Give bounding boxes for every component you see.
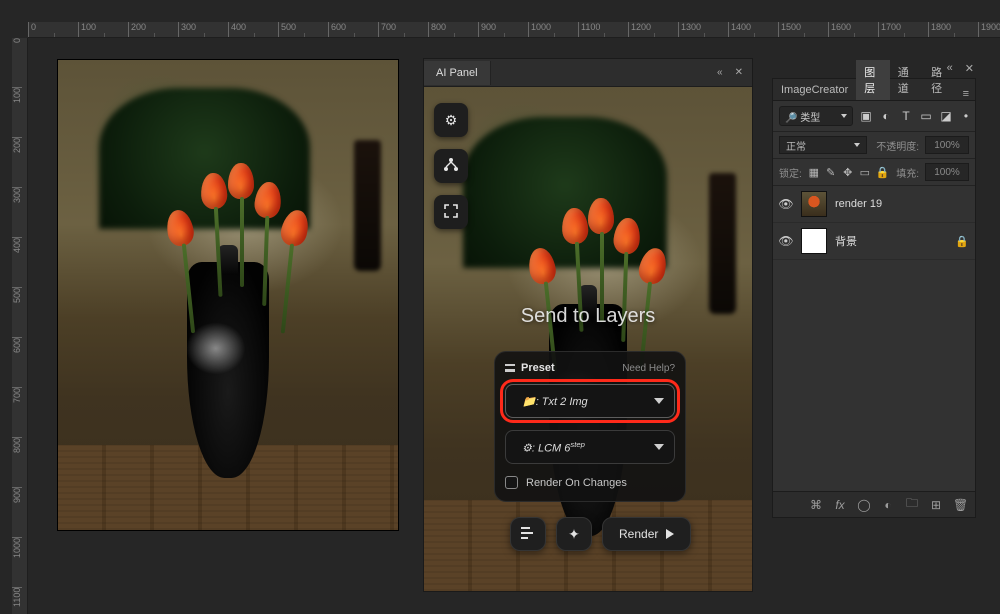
fullscreen-button[interactable] <box>434 195 468 229</box>
lock-all-icon[interactable]: 🔒 <box>876 166 888 179</box>
preset-menu-icon[interactable] <box>505 364 515 372</box>
delete-layer-icon[interactable]: 🗑 <box>953 498 967 512</box>
blend-mode-dropdown[interactable]: 正常 <box>779 136 867 154</box>
sparkle-button[interactable]: ✦ <box>556 517 592 551</box>
opacity-label: 不透明度: <box>876 138 919 153</box>
vertical-ruler: 010020030040050060070080090010001100 <box>12 38 28 614</box>
layer-thumbnail[interactable] <box>801 228 827 254</box>
layer-list: 👁 render 19 👁 背景 🔒 <box>773 186 975 491</box>
layer-row[interactable]: 👁 背景 🔒 <box>773 223 975 260</box>
ai-panel: AI Panel « ✕ ⚙ <box>423 58 753 592</box>
panel-collapse-icon[interactable]: « <box>714 65 726 80</box>
layer-fx-icon[interactable]: fx <box>833 498 847 512</box>
fill-label: 填充: <box>896 165 919 180</box>
layer-filter-dropdown[interactable]: 🔎 类型 <box>779 106 853 126</box>
layer-name[interactable]: 背景 <box>835 233 857 249</box>
tab-channels[interactable]: 通道 <box>890 60 923 100</box>
chevron-down-icon <box>841 114 847 118</box>
layer-row[interactable]: 👁 render 19 <box>773 186 975 223</box>
layer-thumbnail[interactable] <box>801 191 827 217</box>
filter-text-icon[interactable]: T <box>899 109 913 123</box>
nodes-button[interactable] <box>434 149 468 183</box>
sparkle-icon: ✦ <box>568 526 580 543</box>
filter-image-icon[interactable]: ▣ <box>859 109 873 123</box>
filter-toggle-icon[interactable]: • <box>959 109 973 123</box>
checkbox-unchecked[interactable] <box>505 476 518 489</box>
canvas-area: AI Panel « ✕ ⚙ <box>28 38 1000 614</box>
lock-artboard-icon[interactable]: ▭ <box>859 166 871 179</box>
preset-label: Preset <box>521 362 555 374</box>
lock-icon: 🔒 <box>955 235 969 248</box>
lock-position-icon[interactable]: ✥ <box>842 166 854 179</box>
layer-filter-row: 🔎 类型 ▣ ◐ T ▭ ◪ • <box>773 101 975 132</box>
settings-button[interactable]: ⚙ <box>434 103 468 137</box>
tab-layers[interactable]: 图层 <box>856 60 889 100</box>
blend-row: 正常 不透明度: 100% <box>773 132 975 159</box>
layers-panel-footer: ⌘ fx ◯ ◐ 🗀 ⊞ 🗑 <box>773 491 975 517</box>
send-to-layers-label: Send to Layers <box>424 305 752 328</box>
lock-label: 锁定: <box>779 165 802 180</box>
tab-paths[interactable]: 路径 <box>923 60 956 100</box>
filter-shape-icon[interactable]: ▭ <box>919 109 933 123</box>
chevron-down-icon <box>654 398 664 404</box>
filter-smart-icon[interactable]: ◪ <box>939 109 953 123</box>
ai-panel-header: AI Panel « ✕ <box>424 59 752 87</box>
layer-name[interactable]: render 19 <box>835 198 882 210</box>
fullscreen-icon <box>444 204 458 221</box>
visibility-eye-icon[interactable]: 👁 <box>779 234 793 248</box>
chevron-down-icon <box>654 444 664 450</box>
visibility-eye-icon[interactable]: 👁 <box>779 197 793 211</box>
adjustment-layer-icon[interactable]: ◐ <box>881 498 895 512</box>
filter-adjust-icon[interactable]: ◐ <box>879 109 893 123</box>
layers-panel: ImageCreator 图层 通道 路径 ≡ 🔎 类型 ▣ ◐ T ▭ ◪ •… <box>772 78 976 518</box>
close-icon[interactable]: ✕ <box>732 65 746 80</box>
panel-tabs: ImageCreator 图层 通道 路径 ≡ <box>773 79 975 101</box>
canvas-document[interactable] <box>58 60 398 530</box>
new-layer-icon[interactable]: ⊞ <box>929 498 943 512</box>
document-image <box>58 60 398 530</box>
link-layers-icon[interactable]: ⌘ <box>809 498 823 512</box>
gear-icon: ⚙ <box>445 112 458 129</box>
group-icon[interactable]: 🗀 <box>905 494 919 515</box>
opacity-field[interactable]: 100% <box>925 136 969 154</box>
layer-mask-icon[interactable]: ◯ <box>857 498 871 512</box>
chevron-down-icon <box>854 143 860 147</box>
horizontal-ruler: 0100200300400500600700800900100011001200… <box>28 22 1000 38</box>
fill-field[interactable]: 100% <box>925 163 969 181</box>
list-button[interactable] <box>510 517 546 551</box>
ai-panel-tab[interactable]: AI Panel <box>424 61 491 85</box>
play-icon <box>666 529 674 539</box>
sampler-dropdown[interactable]: ⚙: LCM 6step <box>505 430 675 464</box>
list-icon <box>521 526 535 542</box>
need-help-link[interactable]: Need Help? <box>622 363 675 374</box>
nodes-icon <box>443 157 459 176</box>
ai-preview-image <box>424 87 752 591</box>
preset-dropdown[interactable]: 📁: Txt 2 Img <box>505 384 675 418</box>
render-button[interactable]: Render <box>602 517 691 551</box>
lock-row: 锁定: ▦ ✎ ✥ ▭ 🔒 填充: 100% <box>773 159 975 186</box>
panel-menu-icon[interactable]: ≡ <box>957 88 975 100</box>
lock-brush-icon[interactable]: ✎ <box>825 166 837 179</box>
preset-card: Preset Need Help? 📁: Txt 2 Img ⚙: LCM 6s… <box>494 351 686 502</box>
lock-pixels-icon[interactable]: ▦ <box>808 166 820 179</box>
render-on-changes-label: Render On Changes <box>526 477 627 489</box>
tab-imagecreator[interactable]: ImageCreator <box>773 80 856 100</box>
render-on-changes-row[interactable]: Render On Changes <box>505 476 675 489</box>
close-icon[interactable]: ✕ <box>963 62 976 75</box>
